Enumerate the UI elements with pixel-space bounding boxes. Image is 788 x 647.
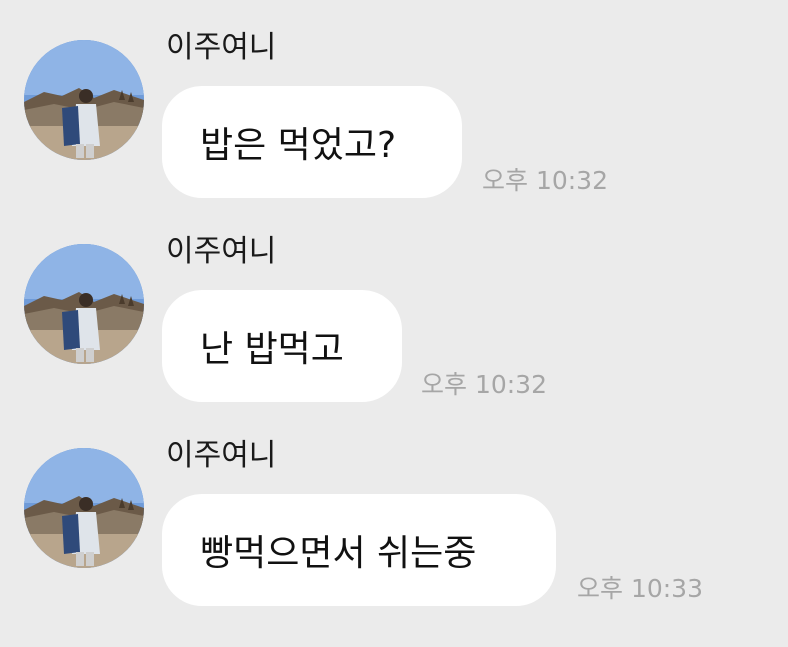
- message-timestamp: 오후 10:33: [577, 574, 703, 603]
- message-text: 난 밥먹고: [200, 329, 344, 370]
- message-group: 이주여니 밥은 먹었고? 오후 10:32: [0, 28, 788, 228]
- profile-photo-icon: [24, 40, 144, 160]
- sender-name: 이주여니: [166, 30, 277, 65]
- sender-name: 이주여니: [166, 438, 277, 473]
- avatar[interactable]: [24, 448, 144, 568]
- message-timestamp: 오후 10:32: [421, 370, 547, 399]
- message-bubble[interactable]: 난 밥먹고: [162, 290, 402, 402]
- message-group: 이주여니 빵먹으면서 쉬는중 오후 10:33: [0, 436, 788, 636]
- avatar[interactable]: [24, 244, 144, 364]
- message-bubble[interactable]: 밥은 먹었고?: [162, 86, 462, 198]
- message-timestamp: 오후 10:32: [482, 166, 608, 195]
- message-group: 이주여니 난 밥먹고 오후 10:32: [0, 232, 788, 432]
- message-text: 밥은 먹었고?: [200, 125, 397, 166]
- message-bubble[interactable]: 빵먹으면서 쉬는중: [162, 494, 556, 606]
- avatar[interactable]: [24, 40, 144, 160]
- profile-photo-icon: [24, 448, 144, 568]
- sender-name: 이주여니: [166, 234, 277, 269]
- chat-room: 이주여니 밥은 먹었고? 오후 10:32 이주여니 난 밥먹고 오후 10:3…: [0, 0, 788, 647]
- profile-photo-icon: [24, 244, 144, 364]
- message-text: 빵먹으면서 쉬는중: [200, 533, 477, 574]
